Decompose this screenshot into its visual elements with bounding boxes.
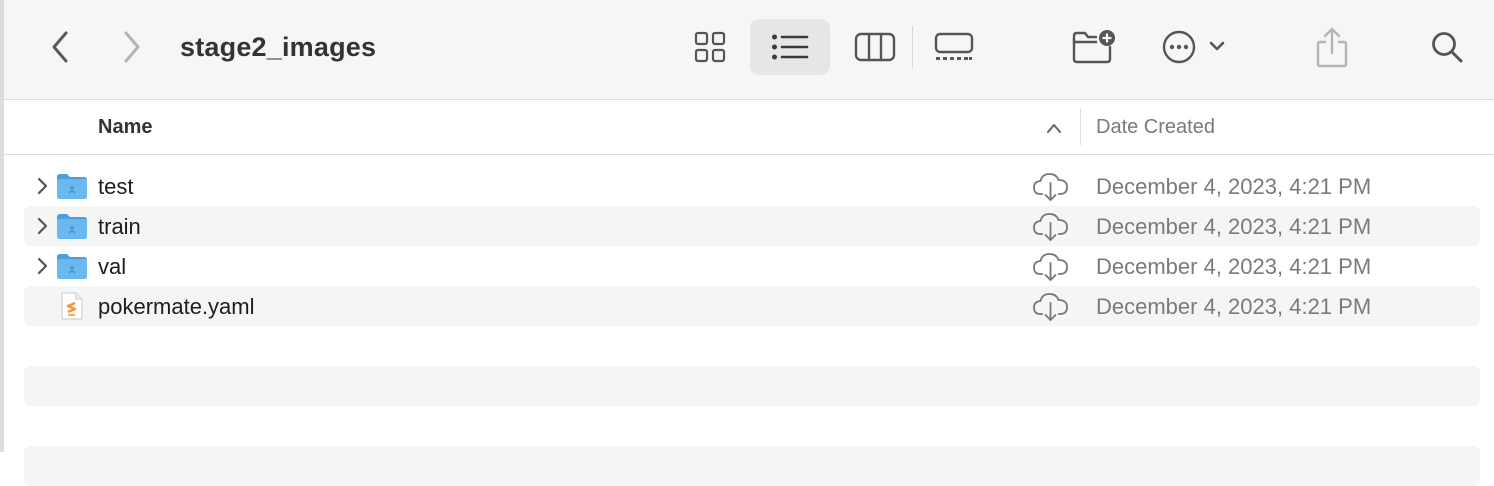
toolbar: stage2_images	[4, 0, 1494, 100]
file-row-pokermate-yaml[interactable]: pokermate.yaml December 4, 2023, 4:21 PM	[24, 286, 1480, 326]
share-button[interactable]	[1310, 22, 1354, 72]
list-icon	[772, 34, 809, 60]
date-created: December 4, 2023, 4:21 PM	[1096, 174, 1372, 199]
disclosure-chevron-icon[interactable]	[32, 256, 52, 276]
icon-view-button[interactable]	[684, 24, 736, 70]
file-name: pokermate.yaml	[98, 294, 255, 319]
date-created: December 4, 2023, 4:21 PM	[1096, 254, 1372, 279]
file-row-train[interactable]: train December 4, 2023, 4:21 PM	[24, 206, 1480, 246]
date-created: December 4, 2023, 4:21 PM	[1096, 294, 1372, 319]
disclosure-chevron-icon[interactable]	[32, 176, 52, 196]
file-name: val	[98, 254, 127, 279]
more-actions-button[interactable]	[1154, 24, 1238, 70]
list-view-button[interactable]	[750, 19, 830, 75]
file-row-test[interactable]: test December 4, 2023, 4:21 PM	[24, 166, 1480, 206]
empty-row	[24, 446, 1480, 486]
date-created: December 4, 2023, 4:21 PM	[1096, 214, 1372, 239]
columns-icon	[854, 32, 896, 62]
folder-icon	[57, 214, 87, 239]
forward-button[interactable]	[112, 26, 152, 68]
gallery-view-button[interactable]	[924, 24, 984, 70]
column-view-button[interactable]	[844, 24, 906, 70]
name-column-header[interactable]: Name	[98, 116, 152, 139]
folder-badge-plus-icon	[1072, 30, 1115, 64]
share-icon	[1316, 27, 1348, 68]
new-folder-button[interactable]	[1066, 24, 1122, 70]
grid-icon	[694, 31, 726, 63]
sort-ascending-icon[interactable]	[1044, 119, 1064, 137]
column-header: Name Date Created	[4, 100, 1494, 155]
folder-icon	[57, 174, 87, 199]
search-icon	[1432, 32, 1463, 63]
column-divider[interactable]	[1080, 109, 1081, 145]
file-name: train	[98, 214, 141, 239]
yaml-file-icon	[61, 292, 83, 320]
chevron-right-icon	[124, 31, 140, 63]
date-created-column-header[interactable]: Date Created	[1096, 116, 1215, 139]
cloud-download-icon[interactable]	[1032, 210, 1070, 242]
ellipsis-circle-icon	[1162, 30, 1225, 64]
toolbar-separator	[912, 26, 913, 68]
cloud-download-icon[interactable]	[1032, 250, 1070, 282]
file-row-val[interactable]: val December 4, 2023, 4:21 PM	[24, 246, 1480, 286]
cloud-download-icon[interactable]	[1032, 170, 1070, 202]
folder-icon	[57, 254, 87, 279]
chevron-left-icon	[52, 31, 68, 63]
search-button[interactable]	[1424, 24, 1470, 70]
finder-window: stage2_images Name Date Created test Dec…	[0, 0, 1494, 486]
file-name: test	[98, 174, 134, 199]
empty-row	[24, 366, 1480, 406]
window-title: stage2_images	[180, 32, 377, 62]
cloud-download-icon[interactable]	[1032, 290, 1070, 322]
disclosure-chevron-icon[interactable]	[32, 216, 52, 236]
gallery-icon	[934, 32, 974, 60]
back-button[interactable]	[40, 26, 80, 68]
